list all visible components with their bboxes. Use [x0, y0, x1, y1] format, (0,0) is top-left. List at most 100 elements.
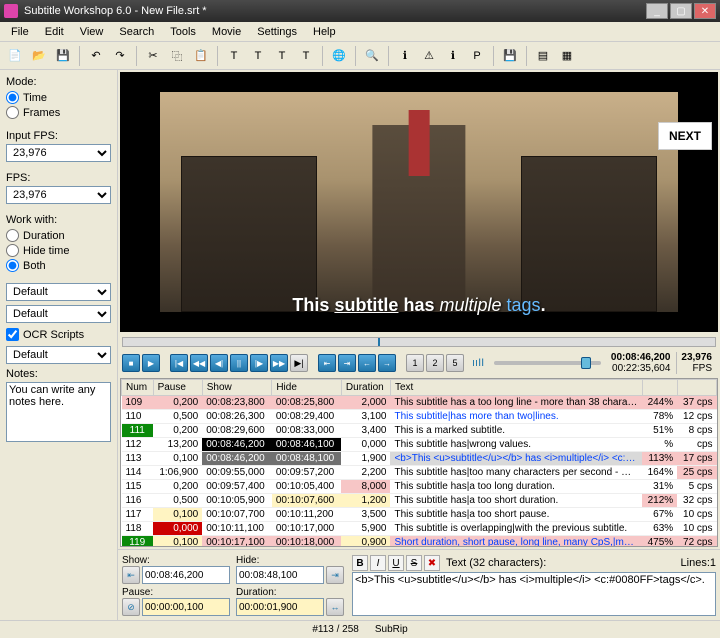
mode-label: Mode: — [6, 76, 111, 88]
col-extra[interactable] — [642, 380, 677, 396]
workwith-hide-time-radio[interactable] — [6, 244, 19, 257]
globe-button[interactable]: 🌐 — [328, 45, 350, 67]
table-row[interactable]: 1150,20000:09:57,40000:10:05,4008,000Thi… — [122, 480, 717, 494]
tool-t4-button[interactable]: T — [295, 45, 317, 67]
menu-edit[interactable]: Edit — [38, 24, 71, 40]
pause-btn[interactable]: ⊘ — [122, 598, 140, 616]
playback-back-frame-button[interactable]: ◀| — [210, 354, 228, 372]
duration-field[interactable]: 00:00:01,900 — [236, 598, 324, 616]
playback-out-button[interactable]: ⇥ — [338, 354, 356, 372]
open-file-button[interactable]: 📂 — [28, 45, 50, 67]
search-button[interactable]: 🔍 — [361, 45, 383, 67]
mode-time-radio[interactable] — [6, 91, 19, 104]
menu-movie[interactable]: Movie — [205, 24, 248, 40]
playback-rew-button[interactable]: ◀◀ — [190, 354, 208, 372]
playback-shift-l-button[interactable]: ← — [358, 354, 376, 372]
save2-button[interactable]: 💾 — [499, 45, 521, 67]
table-row[interactable]: 11213,20000:08:46,20000:08:46,1000,000Th… — [122, 438, 717, 452]
menu-file[interactable]: File — [4, 24, 36, 40]
input-fps-select[interactable]: 23,976 — [6, 144, 111, 162]
playback-pause-button[interactable]: || — [230, 354, 248, 372]
lines-count: Lines:1 — [681, 557, 716, 569]
table-row[interactable]: 1170,10000:10:07,70000:10:11,2003,500Thi… — [122, 508, 717, 522]
cut-button[interactable]: ✂ — [142, 45, 164, 67]
seek-bar[interactable] — [122, 337, 716, 347]
next-button[interactable]: NEXT — [658, 122, 712, 150]
playback-ff-button[interactable]: ▶▶ — [270, 354, 288, 372]
col-show[interactable]: Show — [202, 380, 272, 396]
default-select-3[interactable]: Default — [6, 346, 111, 364]
col-duration[interactable]: Duration — [341, 380, 390, 396]
warn-button[interactable]: ⚠ — [418, 45, 440, 67]
playback-stop-button[interactable]: ■ — [122, 354, 140, 372]
workwith-both-radio[interactable] — [6, 259, 19, 272]
playback-n1-button[interactable]: 1 — [406, 354, 424, 372]
tile-button[interactable]: ▦ — [556, 45, 578, 67]
table-row[interactable]: 1100,50000:08:26,30000:08:29,4003,100Thi… — [122, 410, 717, 424]
playback-next-sub-button[interactable]: ▶| — [290, 354, 308, 372]
show-in-btn[interactable]: ⇤ — [122, 566, 140, 584]
menu-tools[interactable]: Tools — [163, 24, 203, 40]
table-row[interactable]: 1180,00000:10:11,10000:10:17,0005,900Thi… — [122, 522, 717, 536]
playback-in-button[interactable]: ⇤ — [318, 354, 336, 372]
col-text[interactable]: Text — [390, 380, 642, 396]
col-hide[interactable]: Hide — [272, 380, 342, 396]
table-row[interactable]: 1110,20000:08:29,60000:08:33,0003,400Thi… — [122, 424, 717, 438]
col-num[interactable]: Num — [122, 380, 154, 396]
info2-button[interactable]: ℹ — [442, 45, 464, 67]
playback-prev-sub-button[interactable]: |◀ — [170, 354, 188, 372]
close-button[interactable]: ✕ — [694, 3, 716, 19]
tool-t2-button[interactable]: T — [247, 45, 269, 67]
menu-settings[interactable]: Settings — [250, 24, 304, 40]
subtitle-text-field[interactable]: <b>This <u>subtitle</u></b> has <i>multi… — [352, 572, 716, 616]
workwith-duration-radio[interactable] — [6, 229, 19, 242]
menu-view[interactable]: View — [73, 24, 111, 40]
col-extra[interactable] — [677, 380, 716, 396]
pause-field[interactable]: 00:00:00,100 — [142, 598, 230, 616]
table-row[interactable]: 1190,10000:10:17,10000:10:18,0000,900Sho… — [122, 536, 717, 548]
table-row[interactable]: 1160,50000:10:05,90000:10:07,6001,200Thi… — [122, 494, 717, 508]
show-field[interactable]: 00:08:46,200 — [142, 566, 230, 584]
cascade-button[interactable]: ▤ — [532, 45, 554, 67]
col-pause[interactable]: Pause — [153, 380, 202, 396]
subtitle-table[interactable]: NumPauseShowHideDurationText1090,20000:0… — [120, 378, 718, 547]
tool-t1-button[interactable]: T — [223, 45, 245, 67]
menu-help[interactable]: Help — [306, 24, 343, 40]
new-file-button[interactable]: 📄 — [4, 45, 26, 67]
menu-search[interactable]: Search — [112, 24, 161, 40]
notes-textarea[interactable]: You can write any notes here. — [6, 382, 111, 442]
tool-t3-button[interactable]: T — [271, 45, 293, 67]
redo-button[interactable]: ↷ — [109, 45, 131, 67]
copy-button[interactable]: ⿻ — [166, 45, 188, 67]
maximize-button[interactable]: ▢ — [670, 3, 692, 19]
table-row[interactable]: 1130,10000:08:46,20000:08:48,1001,900<b>… — [122, 452, 717, 466]
playback-n5-button[interactable]: 5 — [446, 354, 464, 372]
table-row[interactable]: 1141:06,90000:09:55,00000:09:57,2002,200… — [122, 466, 717, 480]
fps-label: FPS: — [6, 172, 111, 184]
format-i-button[interactable]: I — [370, 555, 386, 571]
fps-select[interactable]: 23,976 — [6, 186, 111, 204]
mode-frames-radio[interactable] — [6, 106, 19, 119]
format-u-button[interactable]: U — [388, 555, 404, 571]
hide-field[interactable]: 00:08:48,100 — [236, 566, 324, 584]
default-select-2[interactable]: Default — [6, 305, 111, 323]
playback-shift-r-button[interactable]: → — [378, 354, 396, 372]
table-row[interactable]: 1090,20000:08:23,80000:08:25,8002,000Thi… — [122, 396, 717, 410]
info-button[interactable]: ℹ — [394, 45, 416, 67]
paste-button[interactable]: 📋 — [190, 45, 212, 67]
hide-out-btn[interactable]: ⇥ — [326, 566, 344, 584]
default-select-1[interactable]: Default — [6, 283, 111, 301]
p-icon-button[interactable]: P — [466, 45, 488, 67]
playback-play-button[interactable]: ▶ — [142, 354, 160, 372]
format-✖-button[interactable]: ✖ — [424, 555, 440, 571]
save-file-button[interactable]: 💾 — [52, 45, 74, 67]
ocr-checkbox[interactable] — [6, 328, 19, 341]
volume-slider[interactable] — [494, 361, 601, 365]
playback-fwd-frame-button[interactable]: |▶ — [250, 354, 268, 372]
format-s-button[interactable]: S — [406, 555, 422, 571]
undo-button[interactable]: ↶ — [85, 45, 107, 67]
minimize-button[interactable]: _ — [646, 3, 668, 19]
duration-btn[interactable]: ↔ — [326, 598, 344, 616]
format-b-button[interactable]: B — [352, 555, 368, 571]
playback-n2-button[interactable]: 2 — [426, 354, 444, 372]
